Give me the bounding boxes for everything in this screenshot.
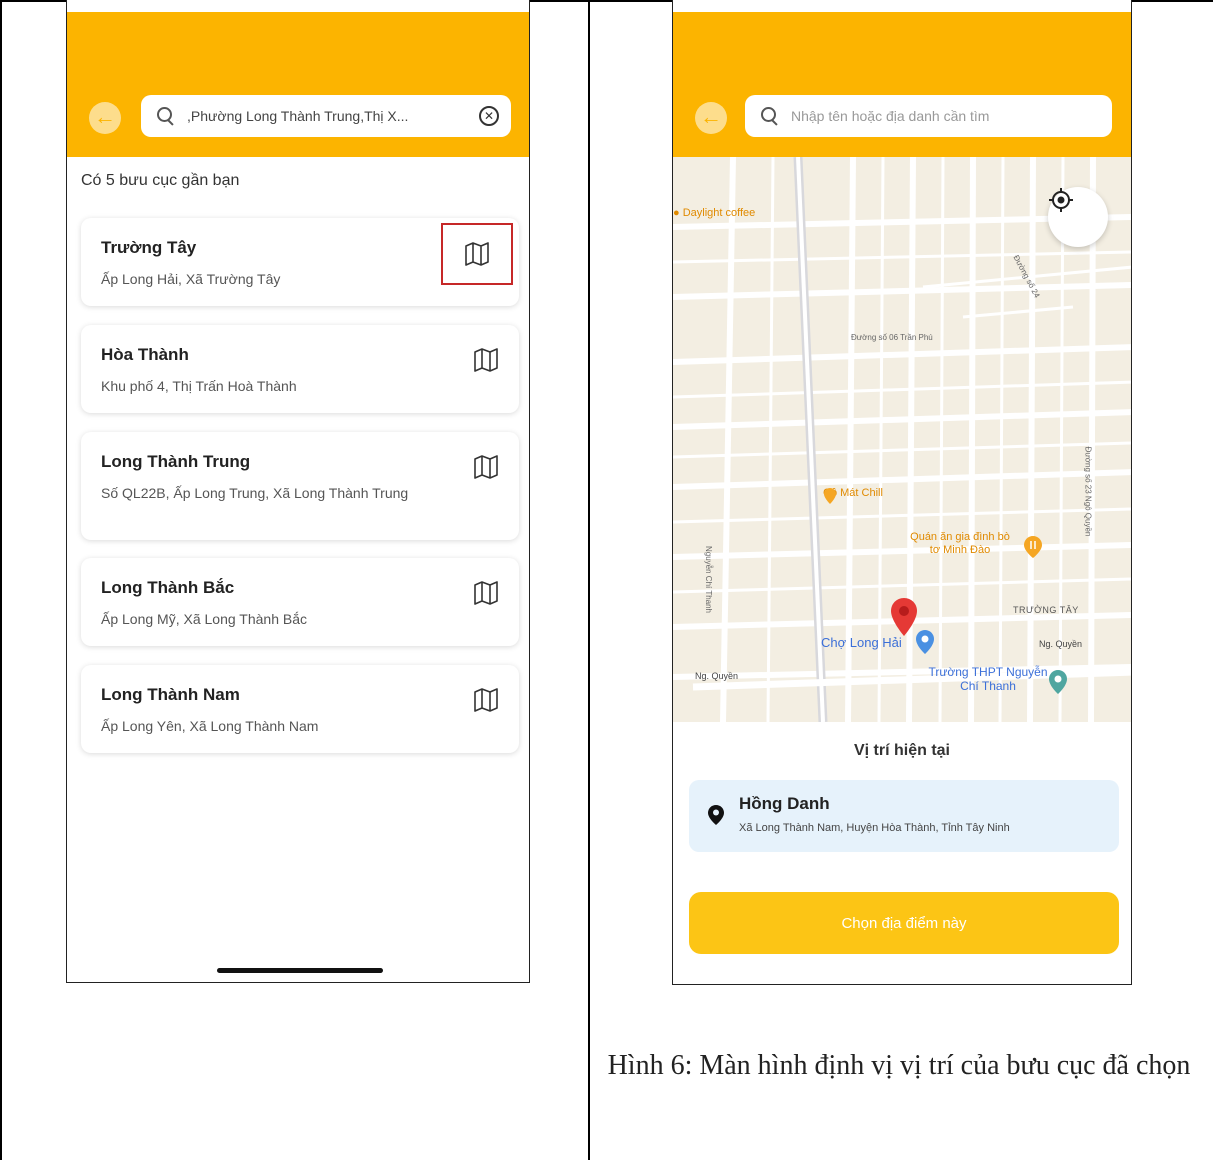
street-label: Nguyễn Chí Thanh: [704, 545, 714, 614]
poi-pin-icon: [824, 488, 836, 504]
office-address: Ấp Long Yên, Xã Long Thành Nam: [101, 718, 319, 734]
search-bar[interactable]: Nhập tên hoặc địa danh cần tìm: [745, 95, 1112, 137]
phone-screen-map-location: ← Nhập tên hoặc địa danh cần tìm ● Dayli…: [672, 0, 1132, 985]
crosshair-icon: [1049, 188, 1073, 212]
map-button[interactable]: [469, 576, 503, 610]
office-address: Số QL22B, Ấp Long Trung, Xã Long Thành T…: [101, 485, 409, 501]
street-label: Ng. Quyền: [695, 671, 739, 681]
header-bar: ← ,Phường Long Thành Trung,Thị X... ✕: [67, 12, 529, 157]
sheet-title: Vị trí hiện tại: [853, 742, 950, 759]
search-input[interactable]: Nhập tên hoặc địa danh cần tìm: [791, 108, 1100, 124]
map-icon: [474, 348, 498, 372]
choose-location-button[interactable]: Chọn địa điểm này: [689, 892, 1119, 954]
office-name: Long Thành Nam: [101, 685, 240, 704]
map-button[interactable]: [441, 223, 513, 285]
back-button[interactable]: ←: [89, 102, 121, 134]
current-location-address: Xã Long Thành Nam, Huyện Hòa Thành, Tỉnh…: [739, 822, 1010, 834]
poi-truong-thpt[interactable]: Trường THPT Nguyễn Chí Thanh: [923, 665, 1053, 693]
document-frame: ← ,Phường Long Thành Trung,Thị X... ✕ Có…: [0, 0, 1213, 1160]
office-address: Ấp Long Hải, Xã Trường Tây: [101, 271, 281, 287]
office-card[interactable]: Long Thành Bắc Ấp Long Mỹ, Xã Long Thành…: [81, 558, 519, 646]
map-button[interactable]: [469, 683, 503, 717]
search-icon: [157, 107, 175, 125]
header-bar: ← Nhập tên hoặc địa danh cần tìm: [673, 12, 1131, 157]
result-count: Có 5 bưu cục gần bạn: [81, 172, 240, 189]
street-label: Ng. Quyền: [1039, 639, 1083, 649]
search-input[interactable]: ,Phường Long Thành Trung,Thị X...: [187, 108, 479, 124]
current-location-name: Hồng Danh: [739, 794, 830, 813]
office-name: Hòa Thành: [101, 345, 189, 364]
arrow-left-icon: ←: [700, 104, 722, 129]
clear-icon[interactable]: ✕: [479, 106, 499, 126]
location-pin-icon: [708, 805, 724, 825]
office-address: Khu phố 4, Thị Trấn Hoà Thành: [101, 378, 297, 394]
map-icon: [465, 242, 489, 266]
office-card[interactable]: Hòa Thành Khu phố 4, Thị Trấn Hoà Thành: [81, 325, 519, 413]
office-card[interactable]: Trường Tây Ấp Long Hải, Xã Trường Tây: [81, 218, 519, 306]
area-label: TRƯỜNG TÂY: [1013, 605, 1079, 615]
office-card[interactable]: Long Thành Nam Ấp Long Yên, Xã Long Thàn…: [81, 665, 519, 753]
back-button[interactable]: ←: [695, 102, 727, 134]
current-location-card[interactable]: Hồng Danh Xã Long Thành Nam, Huyện Hòa T…: [689, 780, 1119, 852]
poi-quan-an[interactable]: Quán ăn gia đình bò tơ Minh Đào: [905, 531, 1015, 557]
figure-caption: Hình 6: Màn hình định vị vị trí của bưu …: [607, 1050, 1191, 1081]
street-label: Đường số 23 Ngô Quyền: [1083, 446, 1093, 537]
map-icon: [474, 581, 498, 605]
phone-screen-post-office-list: ← ,Phường Long Thành Trung,Thị X... ✕ Có…: [66, 0, 530, 983]
map-icon: [474, 688, 498, 712]
table-border-middle: [588, 0, 590, 1160]
poi-daylight-coffee[interactable]: ● Daylight coffee: [673, 207, 755, 219]
map-button[interactable]: [469, 343, 503, 377]
office-card[interactable]: Long Thành Trung Số QL22B, Ấp Long Trung…: [81, 432, 519, 540]
map-view[interactable]: ● Daylight coffee Đường số 06 Trần Phú Đ…: [673, 157, 1131, 722]
home-indicator: [217, 968, 383, 973]
selected-location-pin-icon: [891, 598, 917, 636]
office-address: Ấp Long Mỹ, Xã Long Thành Bắc: [101, 611, 307, 627]
arrow-left-icon: ←: [94, 104, 116, 129]
my-location-button[interactable]: [1048, 187, 1108, 247]
office-name: Trường Tây: [101, 238, 197, 257]
restaurant-pin-icon: [1024, 536, 1042, 558]
office-name: Long Thành Trung: [101, 452, 251, 471]
street-label: Đường số 06 Trần Phú: [851, 333, 933, 342]
map-button[interactable]: [469, 450, 503, 484]
poi-co-mat-chill[interactable]: Cô Mát Chill: [823, 487, 883, 504]
table-border-left: [0, 0, 2, 1160]
school-pin-icon: [1049, 670, 1067, 694]
search-bar[interactable]: ,Phường Long Thành Trung,Thị X... ✕: [141, 95, 511, 137]
office-name: Long Thành Bắc: [101, 578, 235, 597]
poi-cho-long-hai[interactable]: Chợ Long Hải: [821, 635, 902, 650]
search-icon: [761, 107, 779, 125]
bottom-sheet: Vị trí hiện tại Hồng Danh Xã Long Thành …: [673, 722, 1131, 984]
map-icon: [474, 455, 498, 479]
